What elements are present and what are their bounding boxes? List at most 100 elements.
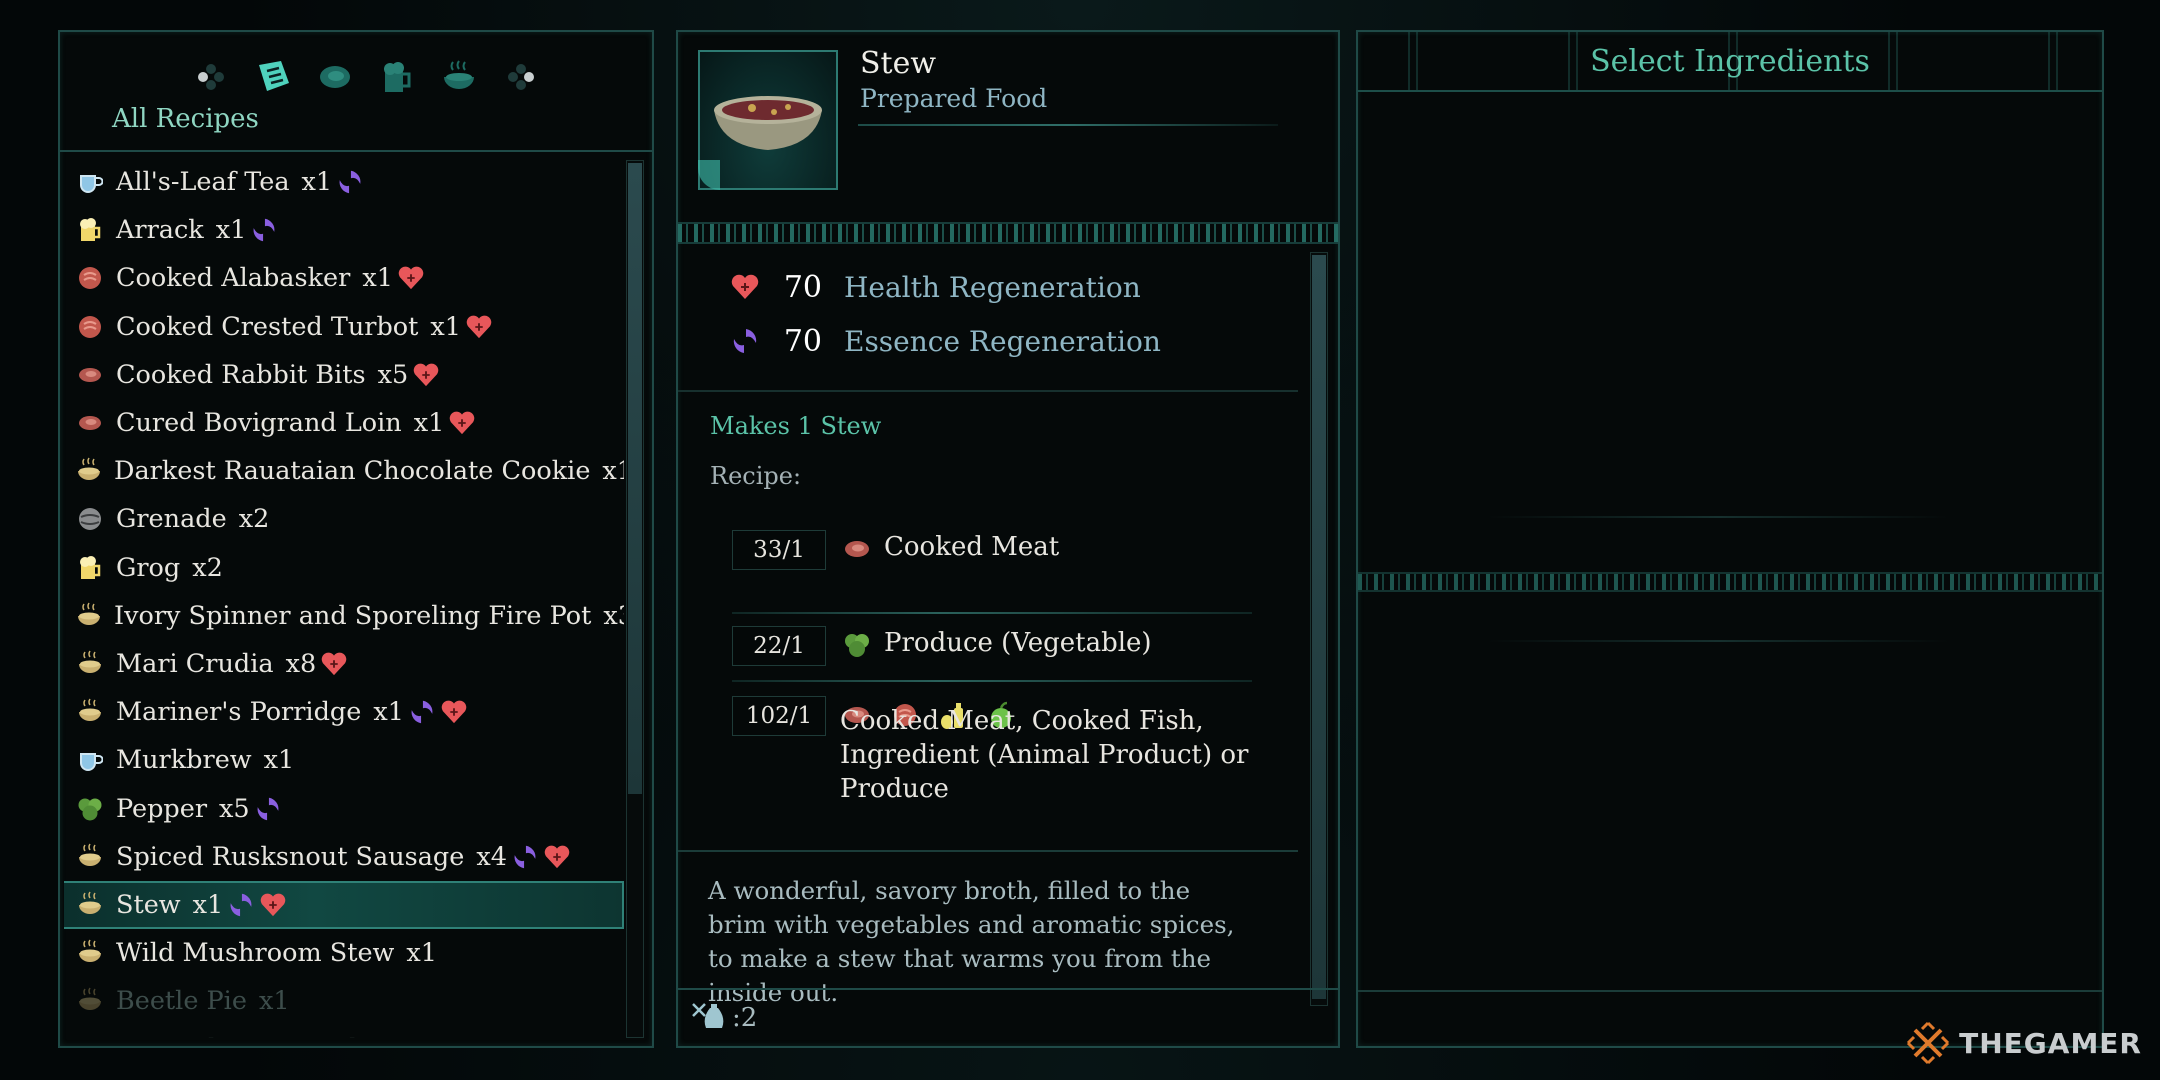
cup-icon [76, 746, 104, 774]
recipe-name: Grog [116, 552, 181, 583]
essence-swirl-icon [728, 324, 762, 358]
recipe-item[interactable]: All's-Leaf Tea x1 [64, 158, 624, 206]
recipe-item[interactable]: Darkest Rauataian Chocolate Cookie x1 [64, 447, 624, 495]
ingredient-count: 102/1 [732, 696, 826, 736]
tankard-icon [384, 62, 411, 92]
recipe-quantity: x2 [238, 504, 270, 535]
recipe-name: Beetle Pie [116, 986, 247, 1017]
scroll-icon [259, 61, 289, 91]
detail-footer: :2 [678, 988, 1338, 1046]
beer-mug-icon [76, 216, 104, 244]
health-heart-icon [259, 891, 287, 919]
stats-list: 70 Health Regeneration 70 Essence Regene… [678, 260, 1298, 368]
ingredient-row[interactable]: 33/1 Cooked Meat [732, 530, 1059, 570]
recipe-item[interactable]: Grenade x2 [64, 495, 624, 543]
stat-value: 70 [783, 323, 822, 359]
meat-icon [76, 409, 104, 437]
stats-divider [678, 390, 1298, 392]
recipe-quantity: x1 [362, 263, 393, 294]
recipe-quantity: x1 [602, 456, 624, 487]
grenade-icon [76, 505, 104, 533]
ingredient-row[interactable]: 22/1 Produce (Vegetable) [732, 598, 1152, 666]
recipe-item[interactable]: Wild Mushroom Stew x1 [64, 929, 624, 977]
health-heart-icon [448, 409, 476, 437]
recipe-item[interactable]: Cooked Crested Turbot x1 [64, 303, 624, 351]
recipe-name: Grenade [116, 504, 227, 535]
recipe-name: Pepper [116, 793, 208, 824]
stew-bowl-image [714, 96, 822, 150]
health-heart-icon [440, 698, 468, 726]
steaming-bowl-icon [444, 60, 474, 89]
prev-category-button[interactable] [180, 54, 242, 100]
scrollbar-thumb[interactable] [628, 163, 642, 794]
bowl-icon [76, 457, 102, 485]
tab-prepared-food[interactable] [428, 54, 490, 100]
recipe-quantity: x1 [413, 408, 445, 439]
recipe-quantity: x1 [373, 697, 404, 728]
recipe-quantity: x3 [603, 600, 624, 631]
item-thumbnail [698, 50, 838, 190]
ingredient-name: Cooked Meat, Cooked Fish, Ingredient (An… [840, 706, 1249, 804]
recipe-name: Fine Aduran Mead [116, 1034, 357, 1038]
item-name: Stew [860, 46, 937, 81]
recipe-name: Mariner's Porridge [116, 697, 362, 728]
ingredient-count: 33/1 [732, 530, 826, 570]
recipe-item[interactable]: Cooked Rabbit Bits x5 [64, 351, 624, 399]
vegetable-icon [842, 630, 872, 660]
recipe-quantity: x1 [263, 745, 295, 776]
recipe-quantity: x1 [430, 311, 461, 342]
steak-icon [320, 66, 350, 88]
category-title: All Recipes [112, 104, 259, 134]
recipe-item[interactable]: Cured Bovigrand Loin x1 [64, 399, 624, 447]
recipe-item[interactable]: Cooked Alabasker x1 [64, 254, 624, 302]
bowl-icon [76, 698, 104, 726]
tab-meat[interactable] [304, 54, 366, 100]
next-category-button[interactable] [490, 54, 552, 100]
recipe-item[interactable]: Mari Crudia x8 [64, 640, 624, 688]
recipe-item[interactable]: Pepper x5 [64, 784, 624, 832]
recipe-name: Arrack [116, 215, 204, 246]
category-tabs [180, 54, 552, 100]
recipe-name: Cooked Alabasker [116, 263, 351, 294]
detail-scrollbar[interactable] [1310, 252, 1328, 1006]
recipe-name: All's-Leaf Tea [116, 167, 290, 198]
health-heart-icon [320, 650, 348, 678]
recipe-item[interactable]: Arrack x1 [64, 206, 624, 254]
bowl-icon [76, 602, 102, 630]
faint-divider [1488, 516, 1948, 518]
tab-drinks[interactable] [366, 54, 428, 100]
ingredient-name: Produce (Vegetable) [884, 628, 1152, 658]
recipe-name: Cooked Crested Turbot [116, 311, 419, 342]
stat-value: 70 [783, 269, 822, 305]
recipe-quantity: x1 [301, 167, 333, 198]
recipe-quantity: x2 [192, 552, 223, 583]
recipe-item[interactable]: Spiced Rusksnout Sausage x4 [64, 833, 624, 881]
recipe-item[interactable]: Murkbrew x1 [64, 736, 624, 784]
recipe-quantity: x5 [219, 793, 250, 824]
recipe-item[interactable]: Beetle Pie x1 [64, 977, 624, 1025]
recipe-quantity: x5 [377, 359, 409, 390]
tab-all-recipes[interactable] [242, 54, 304, 100]
essence-swirl-icon [227, 891, 255, 919]
stat-label: Essence Regeneration [844, 324, 1161, 358]
decorative-divider [1358, 572, 2102, 592]
recipe-quantity: x4 [476, 841, 507, 872]
recipe-item[interactable]: Fine Aduran Mead x1 [64, 1025, 624, 1038]
faint-divider [1488, 640, 1948, 642]
recipe-item[interactable]: Ivory Spinner and Sporeling Fire Pot x3 [64, 592, 624, 640]
recipe-item[interactable]: Grog x2 [64, 544, 624, 592]
recipe-item[interactable]: Mariner's Porridge x1 [64, 688, 624, 736]
header-divider [858, 124, 1278, 126]
cup-icon [76, 168, 104, 196]
bowl-icon [76, 843, 104, 871]
thegamer-logo-icon [1907, 1021, 1950, 1065]
recipe-item-selected[interactable]: Stew x1 [64, 880, 624, 929]
item-type: Prepared Food [860, 84, 1048, 113]
item-header: Stew Prepared Food [678, 32, 1338, 222]
scrollbar-thumb[interactable] [1312, 255, 1326, 999]
vegetable-icon [76, 795, 104, 823]
stat-health: 70 Health Regeneration [678, 260, 1298, 314]
essence-swirl-icon [254, 795, 282, 823]
stat-label: Health Regeneration [844, 270, 1141, 304]
recipe-list-scrollbar[interactable] [626, 160, 644, 1038]
